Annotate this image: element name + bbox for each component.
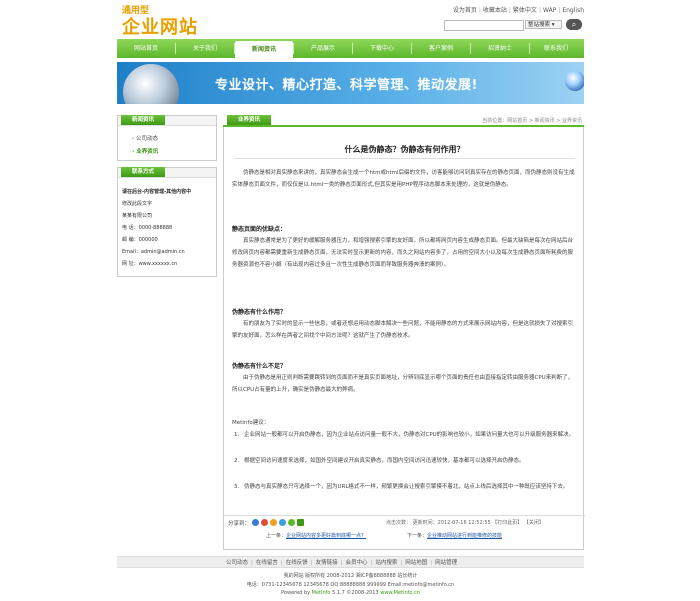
search-scope-select[interactable]: 整站搜索 ▾ — [525, 20, 562, 29]
main-section-title: 业界资讯 — [227, 115, 271, 125]
footer-link[interactable]: 网站地图 — [405, 560, 427, 566]
footer-contact: 电话：0731-12345678 12345678 QQ:88888888 99… — [246, 582, 455, 588]
small-globe-image — [565, 71, 584, 91]
footer-link[interactable]: 网站管理 — [435, 560, 457, 566]
section-heading: 伪静态有什么作用？ — [232, 309, 287, 316]
english-link[interactable]: English — [562, 7, 584, 14]
section-body: 有的朋友为了实时的显示一些信息，或者还想运用动态脚本解决一些问题，不能用静态的方… — [232, 321, 574, 339]
share-label: 分享到： — [228, 521, 251, 527]
footer-link[interactable]: 友情链接 — [316, 560, 338, 566]
globe-image — [123, 64, 179, 104]
banner-slogan: 专业设计、精心打造、科学管理、推动发展! — [215, 78, 478, 93]
sidebar-news-title: 新闻资讯 — [121, 115, 165, 125]
search-icon: ⌕ — [571, 20, 577, 29]
section-body: 真实静态通常是为了更好的缓解服务器压力，和增强搜索引擎的友好面，所以都将网页内容… — [232, 238, 574, 268]
advice-item: 3. 伪静态与真实静态只可选择一个，因为URL格式不一样，频繁更换会让搜索引擎摸不… — [234, 484, 569, 490]
search-button[interactable]: ⌕ — [566, 19, 582, 30]
nav-item-contact[interactable]: 联系我们 — [527, 39, 585, 58]
article-title: 什么是伪静态？伪静态有何作用？ — [344, 145, 465, 154]
nav-item-news[interactable]: 新闻资讯 — [235, 41, 293, 58]
next-article: 下一条：企业推动网站进行到能推修的技能 — [407, 533, 503, 539]
share-icon-2[interactable] — [261, 519, 268, 526]
main-nav: 网站首页 关于我们 新闻资讯 产品展示 下载中心 客户案例 招贤纳士 联系我们 — [117, 39, 584, 58]
contact-line: 邮 编：000000 — [122, 237, 158, 243]
footer-link[interactable]: 会员中心 — [346, 560, 368, 566]
contact-line: 请在后台-内容管理-其他内容中 — [122, 189, 192, 195]
traditional-chinese-link[interactable]: 繁体中文 — [513, 7, 537, 14]
set-homepage-link[interactable]: 设为首页 — [453, 7, 477, 14]
footer-link[interactable]: 在线留言 — [256, 560, 278, 566]
footer-link[interactable]: 站内搜索 — [375, 560, 397, 566]
nav-item-products[interactable]: 产品展示 — [294, 39, 352, 58]
nav-item-download[interactable]: 下载中心 — [353, 39, 411, 58]
article-intro: 伪静态是相对真实静态来讲的，真实静态会生成一个htm或html后缀的文件，访客能… — [232, 170, 575, 188]
top-links: 设为首页 | 收藏本站 | 繁体中文 | WAP | English — [452, 7, 584, 14]
nav-item-about[interactable]: 关于我们 — [176, 39, 234, 58]
sidebar-contact-box: 联系方式 请在后台-内容管理-其他内容中 修改此段文字 某某有限公司 电 话：0… — [117, 167, 217, 277]
contact-line: 修改此段文字 — [122, 201, 153, 207]
article-meta: 点击次数： 更新时间：2012-07-16 12:52:55 【打印此页】 【关… — [386, 520, 544, 526]
section-heading: 伪静态有什么不足？ — [232, 363, 287, 370]
metinfo-site-link[interactable]: www.MetInfo.cn — [380, 590, 420, 596]
metinfo-link[interactable]: MetInfo — [312, 590, 331, 596]
site-logo[interactable]: 通用型 企业网站 — [122, 3, 202, 38]
main-header: 业界资讯 当前位置：网站首页 > 新闻资讯 > 业界资讯 — [223, 115, 584, 127]
footer-copyright: 我的网站 版权所有 2008-2012 湘ICP备8888888 站长统计 — [283, 573, 418, 579]
contact-line: Email：admin@admin.cn — [122, 249, 185, 255]
wap-link[interactable]: WAP — [543, 7, 556, 14]
article-panel: 什么是伪静态？伪静态有何作用？ 伪静态是相对真实静态来讲的，真实静态会生成一个h… — [223, 127, 585, 550]
share-icon-4[interactable] — [279, 519, 286, 526]
nav-item-jobs[interactable]: 招贤纳士 — [471, 39, 529, 58]
search-scope-value: 整站搜索 — [528, 22, 551, 28]
footer-nav: 公司动态 | 在线留言 | 在线反馈 | 友情链接 | 会员中心 | 站内搜索 | 网站地图 | 网站管理 — [117, 556, 584, 568]
breadcrumb: 当前位置：网站首页 > 新闻资讯 > 业界资讯 — [482, 118, 582, 124]
contact-line: 某某有限公司 — [122, 213, 153, 219]
share-icon-1[interactable] — [252, 519, 259, 526]
divider — [234, 158, 575, 159]
advice-label: MetInfo建议： — [232, 420, 270, 426]
bookmark-link[interactable]: 收藏本站 — [483, 7, 507, 14]
next-article-link[interactable]: 企业推动网站进行到能推修的技能 — [427, 533, 502, 539]
logo-title: 企业网站 — [122, 17, 198, 38]
contact-line: 网 址：www.xxxxxx.cn — [122, 261, 178, 267]
sidebar-news-box: 新闻资讯 › 公司动态 › 业界资讯 — [117, 115, 217, 161]
search-input[interactable] — [444, 20, 524, 31]
advice-item: 1. 企业网站一般都可以开启伪静态，因为企业站点访问量一般不大，伪静态对CPU的影… — [234, 432, 575, 438]
prev-article-link[interactable]: 企业网站内容多更好篇到底哪一点？ — [286, 533, 366, 539]
share-icon-6[interactable] — [297, 519, 304, 526]
footer-link[interactable]: 公司动态 — [226, 560, 248, 566]
footer-link[interactable]: 在线反馈 — [286, 560, 308, 566]
advice-item: 2. 根据空间访问速度来选择，如国外空间建议开启真实静态，而国内空间访问迅速较快，… — [234, 458, 525, 464]
sidebar-item-industry-news[interactable]: › 业界资讯 — [132, 147, 158, 155]
nav-item-home[interactable]: 网站首页 — [117, 39, 175, 58]
banner: 专业设计、精心打造、科学管理、推动发展! — [117, 62, 584, 104]
share-icon-5[interactable] — [288, 519, 295, 526]
divider — [224, 515, 585, 516]
sidebar-contact-title: 联系方式 — [121, 167, 165, 177]
contact-line: 电 话：0000-888888 — [122, 225, 173, 231]
footer-powered: Powered by MetInfo 5.1.7 ©2008-2013 www.… — [281, 590, 420, 596]
sidebar-item-company-news[interactable]: › 公司动态 — [132, 134, 158, 142]
section-heading: 静态页面的优缺点： — [232, 226, 287, 233]
nav-item-cases[interactable]: 客户案例 — [412, 39, 470, 58]
share-icon-3[interactable] — [270, 519, 277, 526]
prev-article: 上一条：企业网站内容多更好篇到底哪一点？ — [266, 533, 367, 539]
section-body: 由于伪静态是用正则判断需要跳转到的页面而不是真实页面地址，分辨到底显示哪个页面的… — [232, 375, 574, 393]
